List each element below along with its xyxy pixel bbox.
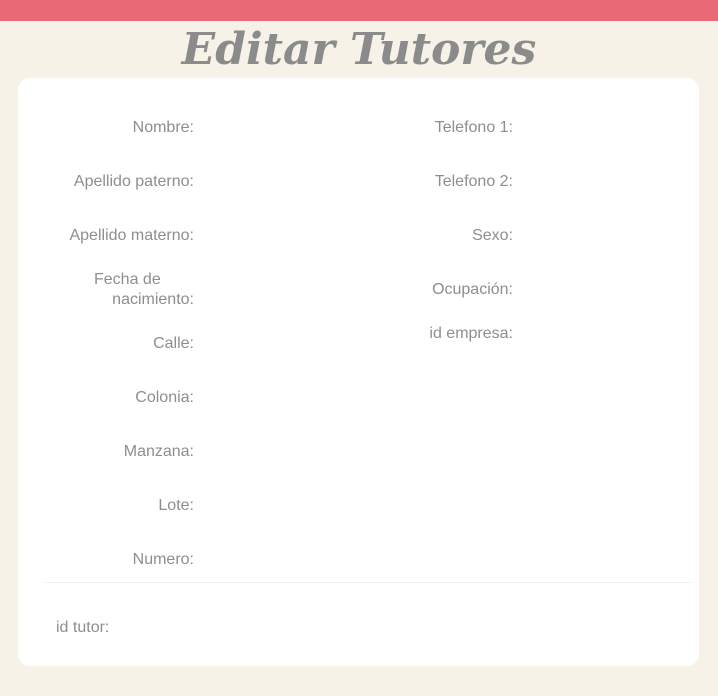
id-tutor-label: id tutor:	[56, 619, 110, 636]
manzana-label: Manzana:	[123, 443, 194, 460]
manzana-input[interactable]	[204, 442, 344, 462]
nombre-label: Nombre:	[132, 119, 194, 136]
field-telefono2: Telefono 2:	[363, 172, 683, 192]
field-telefono1: Telefono 1:	[363, 118, 683, 138]
field-id-empresa: id empresa:	[363, 324, 683, 344]
colonia-label: Colonia:	[135, 389, 194, 406]
fecha-nacimiento-label-line2: nacimiento:	[112, 291, 194, 308]
calle-label: Calle:	[153, 335, 194, 352]
field-ocupacion: Ocupación:	[363, 280, 683, 300]
sexo-label: Sexo:	[472, 227, 513, 244]
fecha-nacimiento-input[interactable]	[204, 280, 344, 300]
top-accent-bar	[0, 0, 718, 21]
field-apellido-paterno: Apellido paterno:	[34, 172, 344, 192]
field-sexo: Sexo:	[363, 226, 683, 246]
field-id-tutor: id tutor:	[56, 618, 320, 638]
id-tutor-input[interactable]	[119, 618, 320, 638]
field-nombre: Nombre:	[34, 118, 344, 138]
page-title: Editar Tutores	[181, 24, 537, 75]
fecha-nacimiento-label-line1: Fecha de	[94, 271, 161, 288]
numero-input[interactable]	[204, 550, 344, 570]
form-divider	[45, 582, 691, 583]
apellido-materno-input[interactable]	[204, 226, 344, 246]
apellido-paterno-input[interactable]	[204, 172, 344, 192]
ocupacion-label: Ocupación:	[432, 281, 513, 298]
colonia-input[interactable]	[204, 388, 344, 408]
lote-label: Lote:	[158, 497, 194, 514]
field-apellido-materno: Apellido materno:	[34, 226, 344, 246]
apellido-materno-label: Apellido materno:	[69, 227, 194, 244]
numero-label: Numero:	[132, 551, 194, 568]
id-empresa-label: id empresa:	[429, 325, 513, 342]
id-empresa-input[interactable]	[523, 324, 683, 344]
telefono2-input[interactable]	[523, 172, 683, 192]
apellido-paterno-label: Apellido paterno:	[73, 173, 194, 190]
sexo-input[interactable]	[523, 226, 683, 246]
telefono1-input[interactable]	[523, 118, 683, 138]
field-colonia: Colonia:	[34, 388, 344, 408]
ocupacion-input[interactable]	[523, 280, 683, 300]
field-manzana: Manzana:	[34, 442, 344, 462]
lote-input[interactable]	[204, 496, 344, 516]
telefono2-label: Telefono 2:	[434, 173, 513, 190]
field-calle: Calle:	[34, 334, 344, 354]
edit-tutor-form: Nombre: Apellido paterno: Apellido mater…	[18, 78, 699, 666]
field-lote: Lote:	[34, 496, 344, 516]
fecha-nacimiento-label: Fecha de nacimiento:	[34, 270, 210, 310]
field-numero: Numero:	[34, 550, 344, 570]
field-fecha-nacimiento: Fecha de nacimiento:	[34, 270, 344, 310]
calle-input[interactable]	[204, 334, 344, 354]
telefono1-label: Telefono 1:	[434, 119, 513, 136]
nombre-input[interactable]	[204, 118, 344, 138]
